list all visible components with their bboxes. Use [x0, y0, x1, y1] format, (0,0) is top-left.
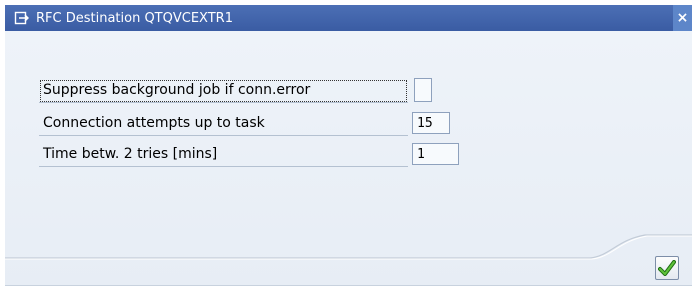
time-row: Time betw. 2 tries [mins] 1 [39, 142, 459, 167]
suppress-row: Suppress background job if conn.error [39, 78, 432, 103]
attempts-row: Connection attempts up to task 15 [39, 111, 450, 136]
checkmark-icon [658, 260, 676, 276]
close-button[interactable]: × [673, 5, 692, 31]
close-icon: × [676, 10, 689, 26]
window-title: RFC Destination QTQVCEXTR1 [36, 10, 233, 26]
title-bar: RFC Destination QTQVCEXTR1 × [5, 5, 692, 31]
attempts-label: Connection attempts up to task [39, 112, 408, 136]
attempts-input[interactable]: 15 [412, 112, 450, 134]
footer-swoosh [5, 234, 692, 260]
dialog-arrow-icon [14, 11, 29, 25]
confirm-button[interactable] [655, 256, 679, 280]
time-label: Time betw. 2 tries [mins] [39, 143, 408, 167]
time-input[interactable]: 1 [412, 143, 459, 165]
suppress-checkbox[interactable] [414, 78, 432, 102]
suppress-label: Suppress background job if conn.error [39, 79, 408, 103]
